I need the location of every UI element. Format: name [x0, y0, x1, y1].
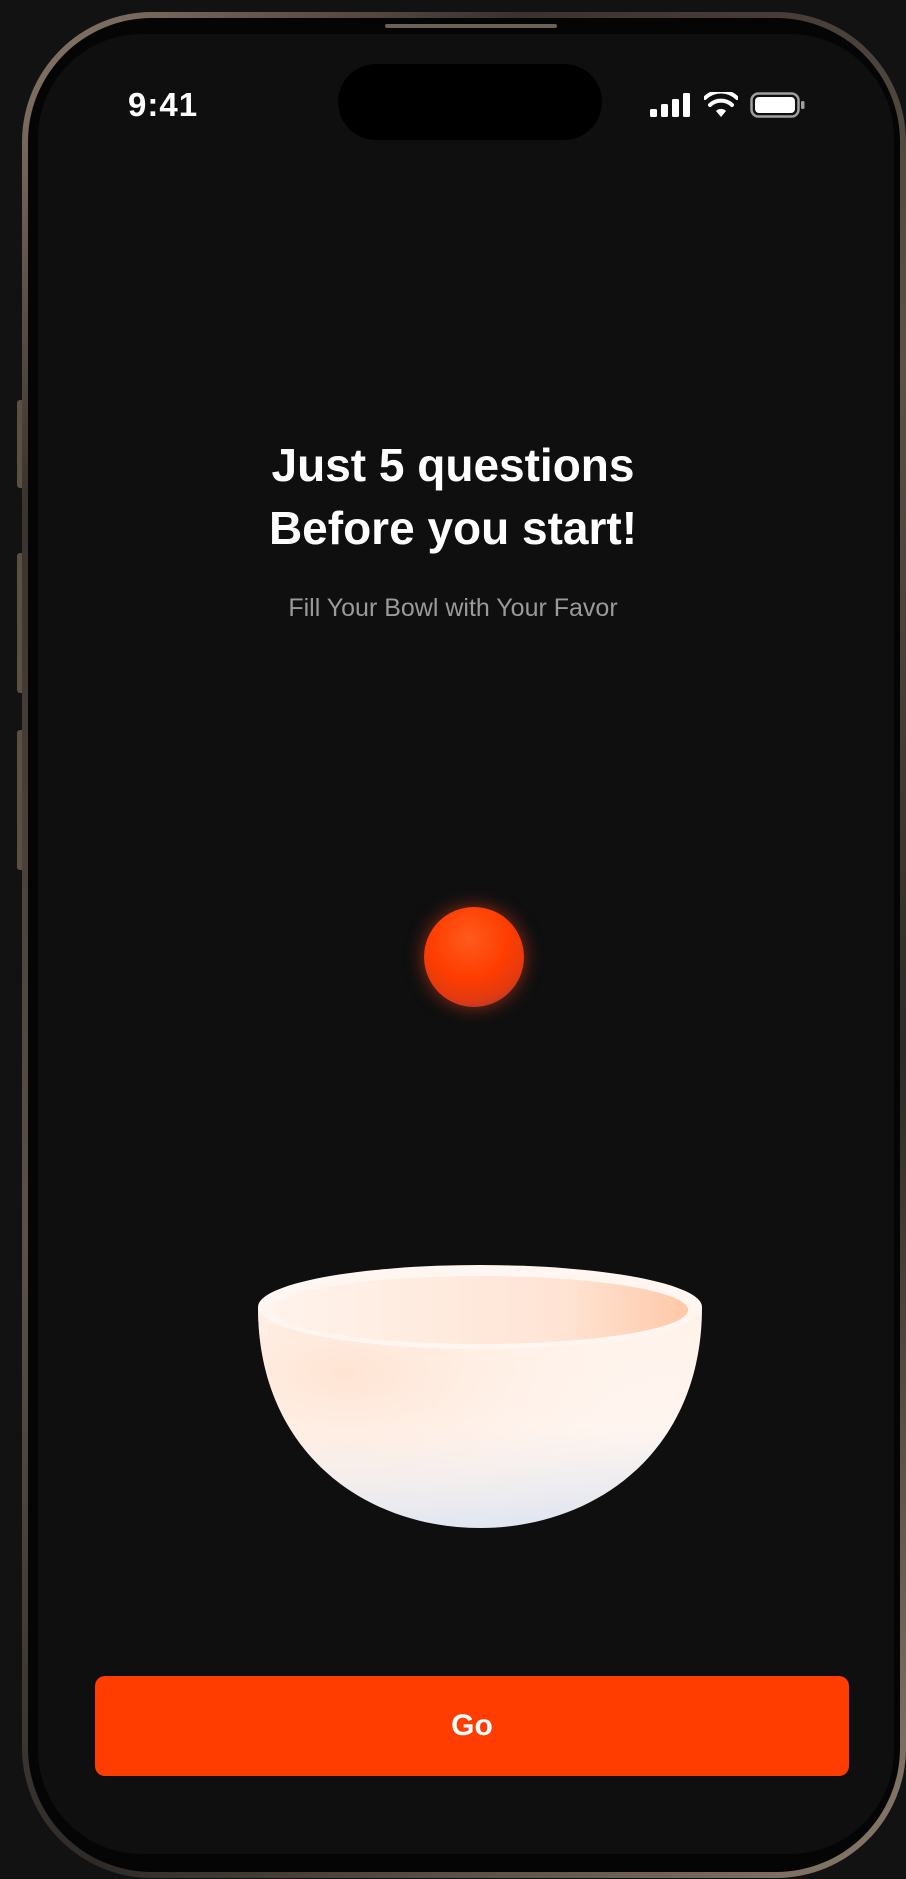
page-subtitle: Fill Your Bowl with Your Favor	[288, 594, 618, 622]
battery-icon	[750, 92, 805, 118]
page-title: Just 5 questions Before you start!	[0, 434, 906, 560]
title-line-1: Just 5 questions	[271, 439, 635, 491]
wifi-icon	[704, 92, 738, 117]
dynamic-island	[338, 64, 602, 140]
status-time: 9:41	[128, 86, 199, 123]
speaker-grill	[385, 24, 557, 28]
falling-ball	[424, 907, 524, 1007]
status-icons	[650, 90, 806, 120]
go-button[interactable]: Go	[95, 1676, 849, 1776]
bowl-illustration	[255, 1262, 705, 1532]
bowl-image	[258, 1265, 702, 1528]
title-line-2: Before you start!	[268, 502, 638, 554]
cellular-signal-icon	[650, 93, 690, 117]
